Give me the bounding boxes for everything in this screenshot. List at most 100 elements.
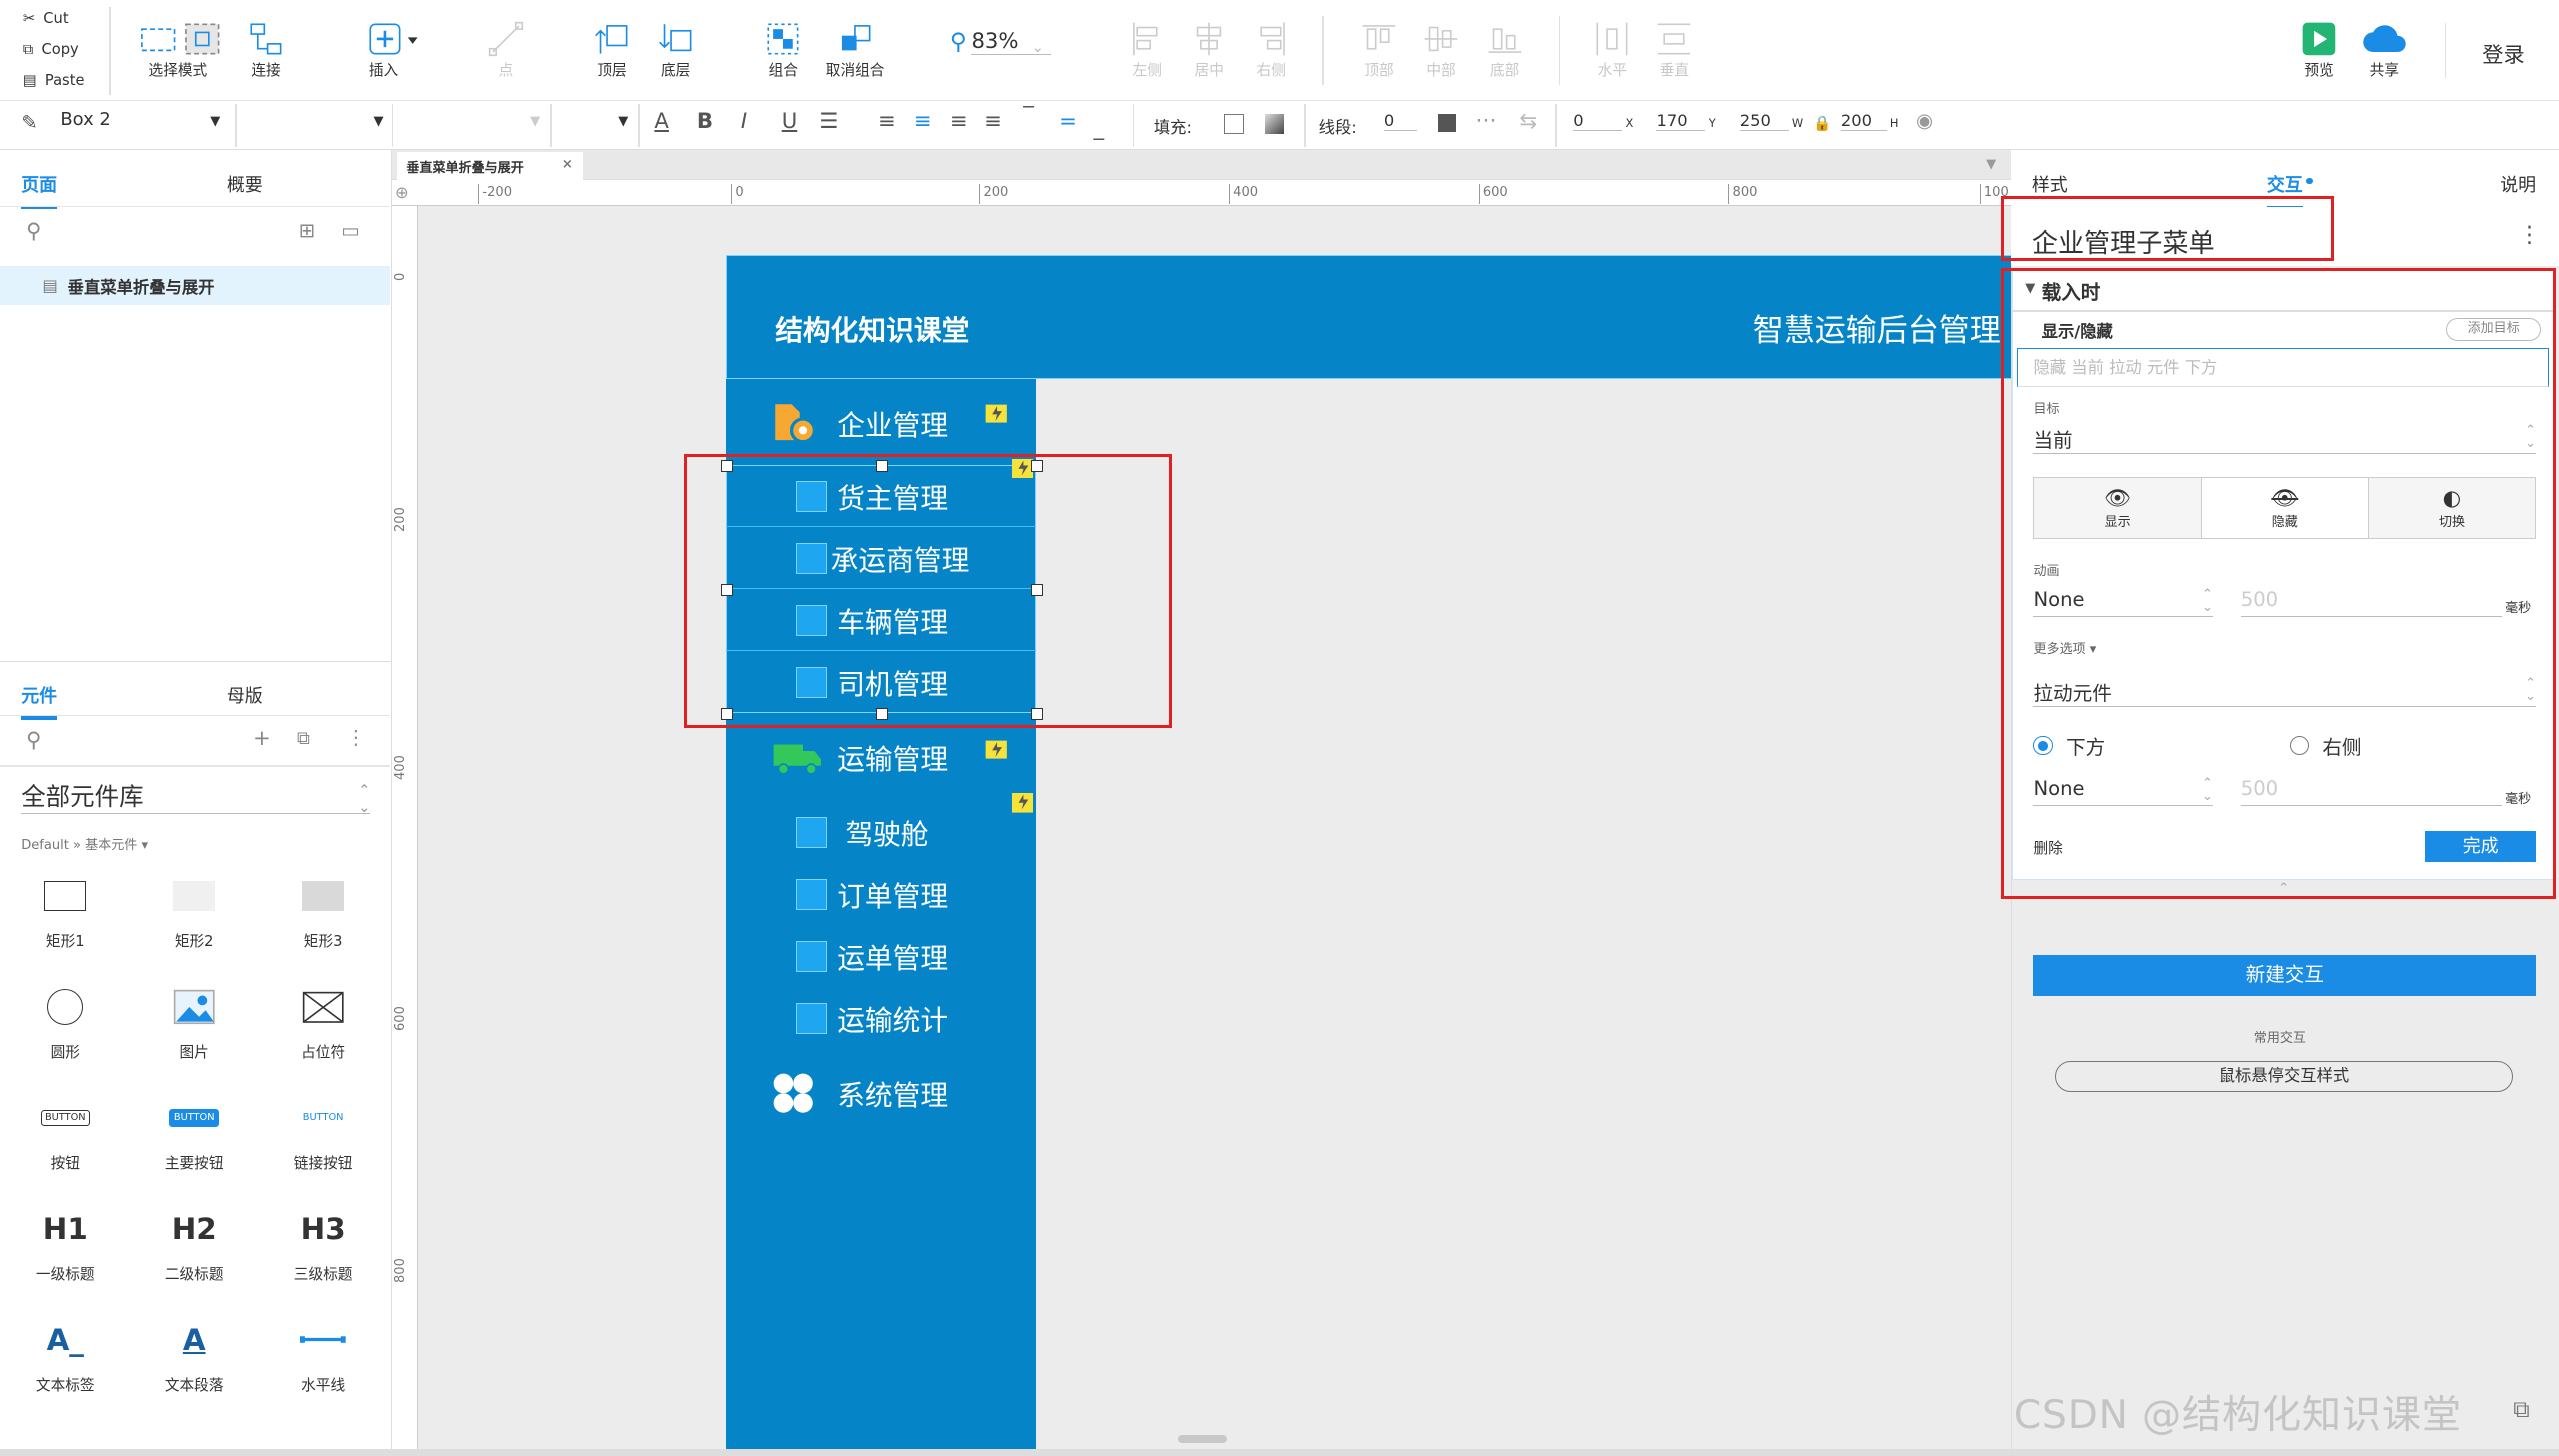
search-icon[interactable]: ⚲ bbox=[26, 728, 42, 753]
zoom-select[interactable]: ⚲ 83% ⌄ bbox=[950, 26, 1058, 59]
search-icon[interactable]: ⚲ bbox=[26, 219, 42, 244]
text-align-center-icon[interactable]: ≡ bbox=[914, 109, 932, 134]
widget-h1[interactable]: H1 一级标题 bbox=[8, 1195, 122, 1285]
valign-middle-icon[interactable]: = bbox=[1059, 109, 1077, 134]
arrow-style-icon[interactable]: ⇆ bbox=[1519, 109, 1537, 134]
tabs-menu-icon[interactable]: ▼ bbox=[1986, 157, 1996, 172]
canvas-tabbar bbox=[391, 150, 2011, 180]
font-weight-select[interactable]: ▼ bbox=[401, 109, 540, 130]
valign-bottom-icon[interactable]: _ bbox=[1093, 116, 1104, 141]
add-page-icon[interactable]: ⊞ bbox=[299, 219, 315, 242]
widget-text-label[interactable]: A_ 文本标签 bbox=[8, 1306, 122, 1396]
add-library-icon[interactable]: + bbox=[253, 726, 271, 751]
widget-image[interactable]: 图片 bbox=[137, 973, 251, 1063]
widget-button[interactable]: BUTTON 按钮 bbox=[8, 1084, 122, 1174]
widget-horizontal-line[interactable]: 水平线 bbox=[266, 1306, 380, 1396]
lock-icon[interactable]: 🔒 bbox=[1813, 114, 1831, 132]
widget-placeholder[interactable]: 占位符 bbox=[266, 973, 380, 1063]
align-left-button[interactable]: 左侧 bbox=[1129, 20, 1165, 80]
more-options-icon[interactable]: ⋮ bbox=[2518, 222, 2541, 248]
visibility-eye-icon[interactable]: ◉ bbox=[1916, 109, 1933, 132]
stroke-width-input[interactable]: 0 bbox=[1383, 111, 1417, 131]
preview-button[interactable]: 预览 bbox=[2301, 20, 2337, 80]
align-center-button[interactable]: 居中 bbox=[1191, 20, 1227, 80]
paste-button[interactable]: ▤ Paste bbox=[23, 72, 85, 89]
fill-color-swatch[interactable] bbox=[1224, 114, 1244, 134]
rect-grey-icon bbox=[301, 862, 345, 931]
drag-grip-icon[interactable]: ⌃ bbox=[2278, 881, 2289, 896]
widget-style-select[interactable]: Box 2 ▼ bbox=[60, 109, 220, 130]
send-to-back-button[interactable]: 底层 bbox=[658, 20, 694, 80]
distribute-vertical-button[interactable]: 垂直 bbox=[1656, 20, 1692, 80]
tab-pages[interactable]: 页面 bbox=[21, 171, 57, 209]
more-options-icon[interactable]: ⋮ bbox=[346, 726, 366, 749]
canvas-scrollbar[interactable] bbox=[1178, 1434, 1228, 1443]
page-item[interactable]: ▤ 垂直菜单折叠与展开 bbox=[0, 266, 391, 306]
align-top-button[interactable]: 顶部 bbox=[1361, 20, 1397, 80]
text-align-right-icon[interactable]: ≡ bbox=[950, 109, 968, 134]
font-size-select[interactable]: ▼ bbox=[560, 109, 628, 130]
bullet-list-icon[interactable]: ☰ bbox=[819, 109, 838, 134]
bring-to-front-button[interactable]: 顶层 bbox=[594, 20, 630, 80]
text-align-left-icon[interactable]: ≡ bbox=[878, 109, 896, 134]
new-interaction-button[interactable]: 新建交互 bbox=[2033, 954, 2537, 996]
font-color-button[interactable]: A bbox=[654, 109, 669, 134]
tab-style[interactable]: 样式 bbox=[2032, 171, 2068, 197]
insert-button[interactable]: 插入 bbox=[367, 20, 419, 80]
hover-style-button[interactable]: 鼠标悬停交互样式 bbox=[2054, 1060, 2514, 1092]
fill-gradient-swatch[interactable] bbox=[1264, 114, 1285, 134]
ungroup-button[interactable]: 取消组合 bbox=[826, 20, 884, 80]
align-bottom-button[interactable]: 底部 bbox=[1487, 20, 1523, 80]
select-mode-button[interactable]: 选择模式 bbox=[137, 20, 222, 80]
tab-notes[interactable]: 说明 bbox=[2500, 171, 2536, 197]
share-button[interactable]: 共享 bbox=[2360, 20, 2409, 80]
height-input[interactable]: 200 bbox=[1840, 111, 1887, 131]
bold-button[interactable]: B bbox=[697, 109, 713, 134]
widget-text-paragraph[interactable]: A 文本段落 bbox=[137, 1306, 251, 1396]
submenu-item-statistics[interactable]: 运输统计 bbox=[726, 987, 1036, 1049]
close-tab-icon[interactable]: × bbox=[562, 157, 573, 175]
library-select[interactable]: 全部元件库 ⌃ ⌄ bbox=[21, 778, 371, 815]
cut-button[interactable]: ✂ Cut bbox=[23, 10, 69, 27]
widget-link-button[interactable]: BUTTON 链接按钮 bbox=[266, 1084, 380, 1174]
tab-outline[interactable]: 概要 bbox=[227, 171, 263, 197]
underline-button[interactable]: U bbox=[782, 109, 798, 134]
widget-h2[interactable]: H2 二级标题 bbox=[137, 1195, 251, 1285]
submenu-item-waybills[interactable]: 运单管理 bbox=[726, 925, 1036, 987]
widget-rect-outline[interactable]: 矩形1 bbox=[8, 862, 122, 952]
width-input[interactable]: 250 bbox=[1739, 111, 1789, 131]
tab-widgets[interactable]: 元件 bbox=[21, 682, 57, 720]
widget-h3[interactable]: H3 三级标题 bbox=[266, 1195, 380, 1285]
menu-group-system[interactable]: 系统管理 bbox=[726, 1062, 1036, 1124]
align-right-button[interactable]: 右侧 bbox=[1253, 20, 1289, 80]
chevron-down-icon: ⌄ bbox=[1031, 38, 1044, 56]
add-folder-icon[interactable]: ▭ bbox=[341, 219, 360, 242]
italic-button[interactable]: I bbox=[741, 109, 747, 134]
y-input[interactable]: 170 bbox=[1656, 111, 1706, 131]
align-middle-button[interactable]: 中部 bbox=[1423, 20, 1459, 80]
login-link[interactable]: 登录 bbox=[2482, 38, 2524, 69]
expand-panel-icon[interactable]: ⧉ bbox=[2513, 1397, 2529, 1423]
library-copy-icon[interactable]: ⧉ bbox=[297, 728, 310, 749]
connect-button[interactable]: 连接 bbox=[248, 20, 284, 80]
tab-masters[interactable]: 母版 bbox=[227, 682, 263, 708]
point-button[interactable]: 点 bbox=[488, 20, 524, 80]
submenu-item-orders[interactable]: 订单管理 bbox=[726, 863, 1036, 925]
submenu-item-cockpit[interactable]: 驾驶舱 bbox=[726, 801, 1036, 863]
distribute-horizontal-button[interactable]: 水平 bbox=[1594, 20, 1630, 80]
valign-top-icon[interactable]: ‾ bbox=[1023, 103, 1034, 128]
widget-primary-button[interactable]: BUTTON 主要按钮 bbox=[137, 1084, 251, 1174]
widget-rect-grey[interactable]: 矩形3 bbox=[266, 862, 380, 952]
text-justify-icon[interactable]: ≡ bbox=[984, 109, 1002, 134]
widget-rect-light[interactable]: 矩形2 bbox=[137, 862, 251, 952]
tab-interaction[interactable]: 交互 bbox=[2266, 171, 2303, 209]
caret-down-icon: ▼ bbox=[210, 114, 221, 130]
stroke-color-swatch[interactable] bbox=[1437, 114, 1456, 133]
copy-button[interactable]: ⧉ Copy bbox=[23, 41, 79, 58]
canvas-tab[interactable]: 垂直菜单折叠与展开 × bbox=[396, 151, 583, 180]
font-family-select[interactable]: ▼ bbox=[245, 109, 383, 130]
widget-circle[interactable]: 圆形 bbox=[8, 973, 122, 1063]
stroke-pattern-icon[interactable]: ⋯ bbox=[1475, 108, 1496, 133]
x-input[interactable]: 0 bbox=[1573, 111, 1623, 131]
group-button[interactable]: 组合 bbox=[765, 20, 801, 80]
